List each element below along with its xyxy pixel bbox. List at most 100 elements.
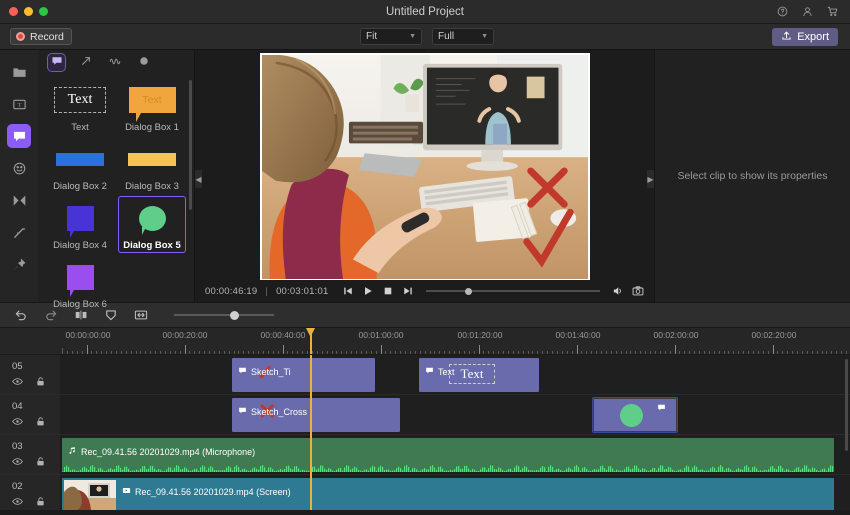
ruler-label: 00:01:40:00 [555,330,601,340]
eye-icon[interactable] [12,416,23,430]
asset-item[interactable]: Dialog Box 4 [46,196,114,253]
ruler-tick [601,351,602,354]
lock-icon[interactable] [35,416,46,430]
track-number: 04 [12,401,23,412]
timeline-zoom-slider[interactable] [174,309,274,321]
sidebar-item-transitions[interactable] [7,188,31,212]
quality-select[interactable]: Full ▼ [432,28,494,45]
timeline-clip[interactable]: ✓ Sketch_Ti [232,358,375,392]
ruler-tick [454,351,455,354]
sidebar-item-titles[interactable]: T [7,92,31,116]
ruler-tick [801,351,803,354]
ruler-tick [610,351,612,354]
asset-label: Text [71,122,89,133]
ruler-tick [728,351,730,354]
timeline-clip[interactable]: Rec_09.41.56 20201029.mp4 (Screen) [62,478,834,510]
ruler-tick [218,351,220,354]
sidebar-item-effects[interactable] [7,220,31,244]
ruler-tick [650,351,651,354]
timeline-ruler[interactable]: 00:00:00:00 00:00:20:00 00:00:40:00 00:01:0… [0,328,850,355]
ruler-tick [777,351,779,354]
asset-item[interactable]: Text Dialog Box 1 [118,78,186,135]
cart-icon[interactable] [827,6,838,17]
asset-item[interactable]: Dialog Box 2 [46,137,114,194]
video-preview[interactable] [259,53,590,281]
bar-swatch [128,152,176,166]
eye-icon[interactable] [12,496,23,510]
ruler-tick [282,345,284,354]
sidebar-item-elements[interactable] [7,252,31,276]
asset-item[interactable]: Dialog Box 6 [46,255,114,312]
stop-icon[interactable] [382,285,394,297]
left-rail: T [0,50,38,302]
sidebar-item-media-library[interactable] [7,60,31,84]
timeline-clip[interactable]: Rec_09.41.56 20201029.mp4 (Microphone) [62,438,834,472]
ruler-tick [684,351,686,354]
timeline-vertical-scrollbar[interactable] [845,359,848,451]
collapse-left-panel-handle[interactable]: ◀ [195,170,202,188]
browser-tab-highlight[interactable] [135,54,152,71]
lock-icon[interactable] [35,496,46,510]
ruler-tick [846,351,847,354]
chevron-down-icon: ▼ [409,33,416,40]
fit-select[interactable]: Fit ▼ [360,28,422,45]
clip-label: Text [438,366,455,377]
ruler-tick [356,351,357,354]
track-row: 02 Rec_09.41.56 20201029.mp4 (Screen) [0,475,850,510]
asset-item[interactable]: Dialog Box 5 [118,196,186,253]
help-icon[interactable] [777,6,788,17]
title-bar: Untitled Project [0,0,850,24]
undo-icon[interactable] [14,308,28,322]
next-frame-icon[interactable] [402,285,414,297]
maximize-window-button[interactable] [39,7,48,16]
record-button[interactable]: Record [10,28,72,45]
browser-tabs [38,50,194,74]
prev-frame-icon[interactable] [342,285,354,297]
sidebar-item-annotations[interactable] [7,124,31,148]
ruler-tick [194,351,196,354]
zoom-slider-knob[interactable] [230,310,239,320]
camera-icon[interactable] [632,285,644,297]
ruler-tick [576,345,578,354]
speech-bubble-icon [51,55,63,70]
ruler-tick [169,351,171,354]
playback-scrubber[interactable] [426,285,600,297]
ruler-tick [86,345,88,354]
collapse-right-panel-handle[interactable]: ▶ [647,170,654,188]
ruler-tick [209,351,210,354]
export-button[interactable]: Export [772,27,838,46]
asset-item[interactable]: Text Text [46,78,114,135]
track-header: 04 [0,395,60,434]
sidebar-item-stickers[interactable] [7,156,31,180]
scrubber-knob[interactable] [464,287,472,295]
lock-icon[interactable] [35,376,46,390]
zoom-slider-track [174,314,274,316]
volume-icon[interactable] [612,285,624,297]
browser-tab-arrow[interactable] [77,54,94,71]
eye-icon[interactable] [12,456,23,470]
ruler-tick [743,351,745,354]
export-button-label: Export [797,30,829,43]
play-icon[interactable] [362,285,374,297]
ruler-tick [380,345,382,354]
ruler-tick [66,351,68,354]
svg-text:T: T [17,102,21,108]
eye-icon[interactable] [12,376,23,390]
timeline-clip[interactable] [592,397,678,433]
browser-scrollbar[interactable] [189,80,192,210]
browser-tab-dialog-box[interactable] [47,52,66,72]
account-icon[interactable] [802,6,813,17]
close-window-button[interactable] [9,7,18,16]
lock-icon[interactable] [35,456,46,470]
ruler-tick [375,351,377,354]
ruler-tick [130,351,132,354]
timeline-clip[interactable]: ✕ Sketch_Cross [232,398,400,432]
asset-item[interactable]: Dialog Box 3 [118,137,186,194]
window-controls[interactable] [0,7,48,16]
minimize-window-button[interactable] [24,7,33,16]
upload-icon [781,30,792,44]
text-marker: Text [449,364,495,384]
timeline-clip[interactable]: Text Text [419,358,539,392]
ruler-label: 00:01:20:00 [457,330,503,340]
browser-tab-shape[interactable] [106,54,123,71]
